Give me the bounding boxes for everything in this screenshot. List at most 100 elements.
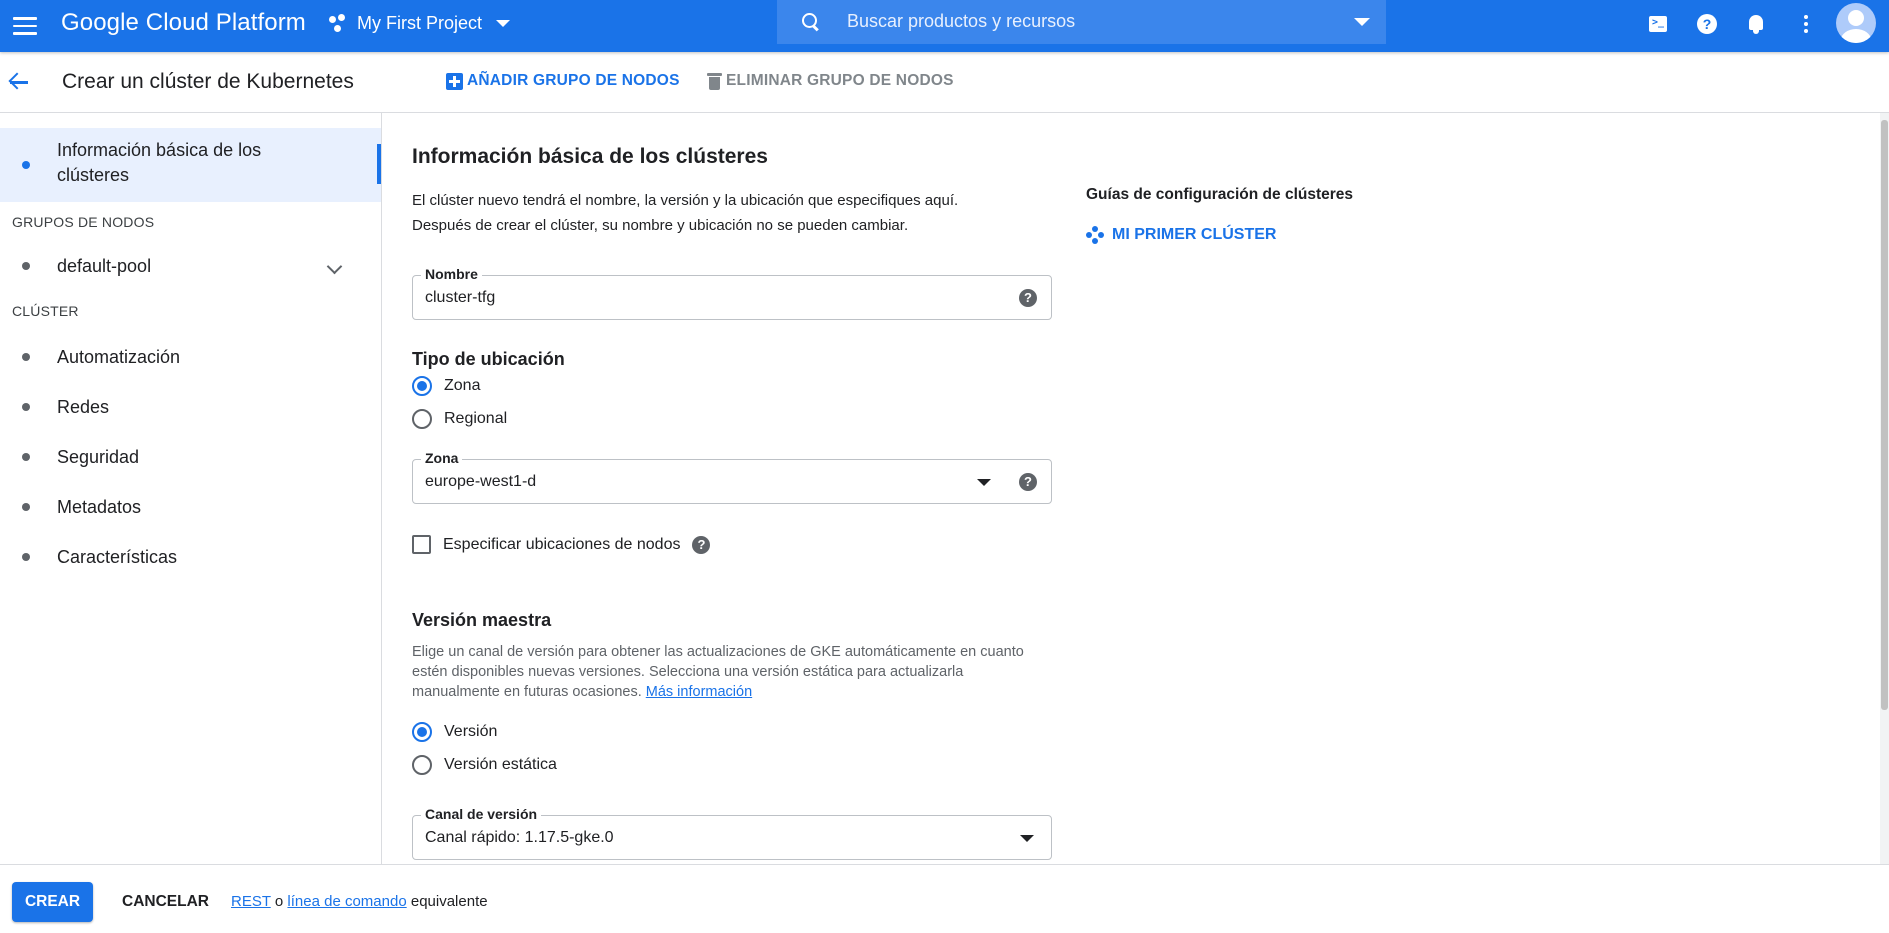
name-field[interactable]: Nombre cluster-tfg ? — [412, 266, 1052, 320]
radio-label: Zona — [444, 377, 481, 394]
radio-unchecked-icon — [412, 755, 432, 775]
sidebar-item-label: Información básica de los — [57, 140, 262, 160]
sidebar-item-security[interactable]: Seguridad — [0, 433, 381, 481]
description-line: El clúster nuevo tendrá el nombre, la ve… — [412, 192, 959, 209]
active-indicator — [377, 144, 381, 184]
section-heading-cluster: CLÚSTER — [12, 303, 79, 319]
trash-icon — [707, 72, 722, 90]
checkbox-unchecked-icon — [412, 535, 431, 554]
back-arrow-icon[interactable] — [6, 69, 32, 95]
dropdown-arrow-icon[interactable] — [977, 479, 991, 486]
menu-icon[interactable] — [10, 11, 40, 41]
add-node-pool-label: AÑADIR GRUPO DE NODOS — [467, 72, 680, 89]
equivalent-text: equivalente — [410, 893, 488, 910]
description-line: Después de crear el clúster, su nombre y… — [412, 217, 909, 234]
dropdown-arrow-icon[interactable] — [1020, 835, 1034, 842]
cloud-shell-icon[interactable] — [1646, 12, 1670, 36]
zone-radio[interactable]: Zona — [412, 376, 480, 396]
create-button[interactable]: CREAR — [12, 882, 93, 922]
radio-checked-icon — [412, 376, 432, 396]
release-channel-radio[interactable]: Versión — [412, 722, 497, 742]
radio-label: Versión estática — [444, 756, 557, 773]
brand-title[interactable]: Google Cloud Platform — [61, 9, 306, 37]
help-icon[interactable]: ? — [692, 535, 711, 554]
specify-node-locations-checkbox[interactable]: Especificar ubicaciones de nodos ? — [412, 535, 711, 554]
radio-checked-icon — [412, 722, 432, 742]
search-bar[interactable]: Buscar productos y recursos — [777, 0, 1386, 44]
project-selector[interactable]: My First Project — [329, 13, 511, 34]
sidebar-item-features[interactable]: Características — [0, 533, 381, 581]
page-title: Crear un clúster de Kubernetes — [62, 70, 354, 93]
release-channel-select[interactable]: Canal de versión Canal rápido: 1.17.5-gk… — [412, 806, 1052, 860]
help-icon[interactable]: ? — [1019, 289, 1037, 307]
search-icon — [801, 12, 821, 32]
zone-select[interactable]: Zona europe-west1-d ? — [412, 450, 1052, 504]
section-heading-node-pools: GRUPOS DE NODOS — [12, 214, 155, 230]
section-description: El clúster nuevo tendrá el nombre, la ve… — [412, 188, 1012, 238]
search-placeholder: Buscar productos y recursos — [847, 11, 1076, 31]
bullet-icon — [22, 503, 30, 511]
or-text: o — [274, 893, 284, 910]
release-channel-value: Canal rápido: 1.17.5-gke.0 — [425, 829, 614, 846]
account-avatar[interactable] — [1836, 3, 1876, 43]
sidebar-item-basic-info[interactable]: Información básica de los clústeres — [0, 128, 381, 202]
location-type-title: Tipo de ubicación — [412, 349, 565, 369]
sidebar-item-automation[interactable]: Automatización — [0, 333, 381, 381]
chevron-down-icon — [496, 20, 511, 27]
page-header: Crear un clúster de Kubernetes AÑADIR GR… — [0, 52, 1889, 113]
help-icon[interactable]: ? — [1019, 473, 1037, 491]
radio-label: Versión — [444, 723, 498, 740]
bullet-icon — [22, 161, 30, 169]
sidebar-item-label: clústeres — [57, 165, 130, 185]
my-first-cluster-link[interactable]: MI PRIMER CLÚSTER — [1086, 226, 1276, 244]
master-version-title: Versión maestra — [412, 610, 552, 630]
radio-unchecked-icon — [412, 409, 432, 429]
project-name: My First Project — [357, 13, 483, 33]
zone-select-label: Zona — [421, 450, 463, 466]
equivalent-note: REST o línea de comando equivalente — [231, 893, 488, 910]
delete-node-pool-label: ELIMINAR GRUPO DE NODOS — [726, 72, 954, 89]
add-box-icon — [446, 72, 463, 90]
sidebar-item-label: Redes — [57, 397, 110, 417]
cancel-button[interactable]: CANCELAR — [122, 893, 209, 911]
section-title: Información básica de los clústeres — [412, 145, 768, 168]
bullet-icon — [22, 553, 30, 561]
bullet-icon — [22, 262, 30, 270]
tutorial-icon — [1086, 226, 1104, 244]
zone-select-value: europe-west1-d — [425, 473, 537, 490]
rest-link[interactable]: REST — [231, 893, 271, 910]
expand-more-icon[interactable] — [326, 261, 342, 277]
sidebar-item-label: Metadatos — [57, 497, 142, 517]
more-info-link[interactable]: Más información — [646, 684, 752, 700]
search-dropdown-icon[interactable] — [1354, 18, 1370, 26]
radio-label: Regional — [444, 410, 508, 427]
sidebar-item-networking[interactable]: Redes — [0, 383, 381, 431]
sidebar-item-label: Automatización — [57, 347, 181, 367]
release-channel-label: Canal de versión — [421, 806, 542, 822]
scrollbar-thumb[interactable] — [1881, 120, 1888, 710]
project-icon — [329, 13, 349, 34]
static-version-radio[interactable]: Versión estática — [412, 755, 557, 775]
help-icon[interactable] — [1695, 12, 1719, 36]
sidebar-item-metadata[interactable]: Metadatos — [0, 483, 381, 531]
more-vert-icon[interactable] — [1794, 12, 1818, 36]
top-app-bar: Google Cloud Platform My First Project B… — [0, 0, 1889, 52]
name-field-value[interactable]: cluster-tfg — [425, 289, 495, 307]
add-node-pool-button[interactable]: AÑADIR GRUPO DE NODOS — [446, 72, 680, 90]
checkbox-label: Especificar ubicaciones de nodos — [443, 535, 681, 553]
regional-radio[interactable]: Regional — [412, 409, 507, 429]
my-first-cluster-label: MI PRIMER CLÚSTER — [1112, 226, 1277, 243]
delete-node-pool-button[interactable]: ELIMINAR GRUPO DE NODOS — [707, 72, 954, 90]
action-footer: CREAR CANCELAR REST o línea de comando e… — [0, 864, 1889, 933]
bullet-icon — [22, 403, 30, 411]
notifications-icon[interactable] — [1744, 12, 1768, 36]
command-line-link[interactable]: línea de comando — [287, 893, 406, 910]
sidebar-item-default-pool[interactable]: default-pool — [0, 243, 381, 291]
sidebar-item-label: Seguridad — [57, 447, 140, 467]
sidebar: Información básica de los clústeres GRUP… — [0, 113, 382, 864]
main-content: Información básica de los clústeres El c… — [382, 113, 1889, 864]
bullet-icon — [22, 453, 30, 461]
sidebar-item-label: Características — [57, 547, 178, 567]
name-field-label: Nombre — [421, 266, 482, 282]
bullet-icon — [22, 353, 30, 361]
